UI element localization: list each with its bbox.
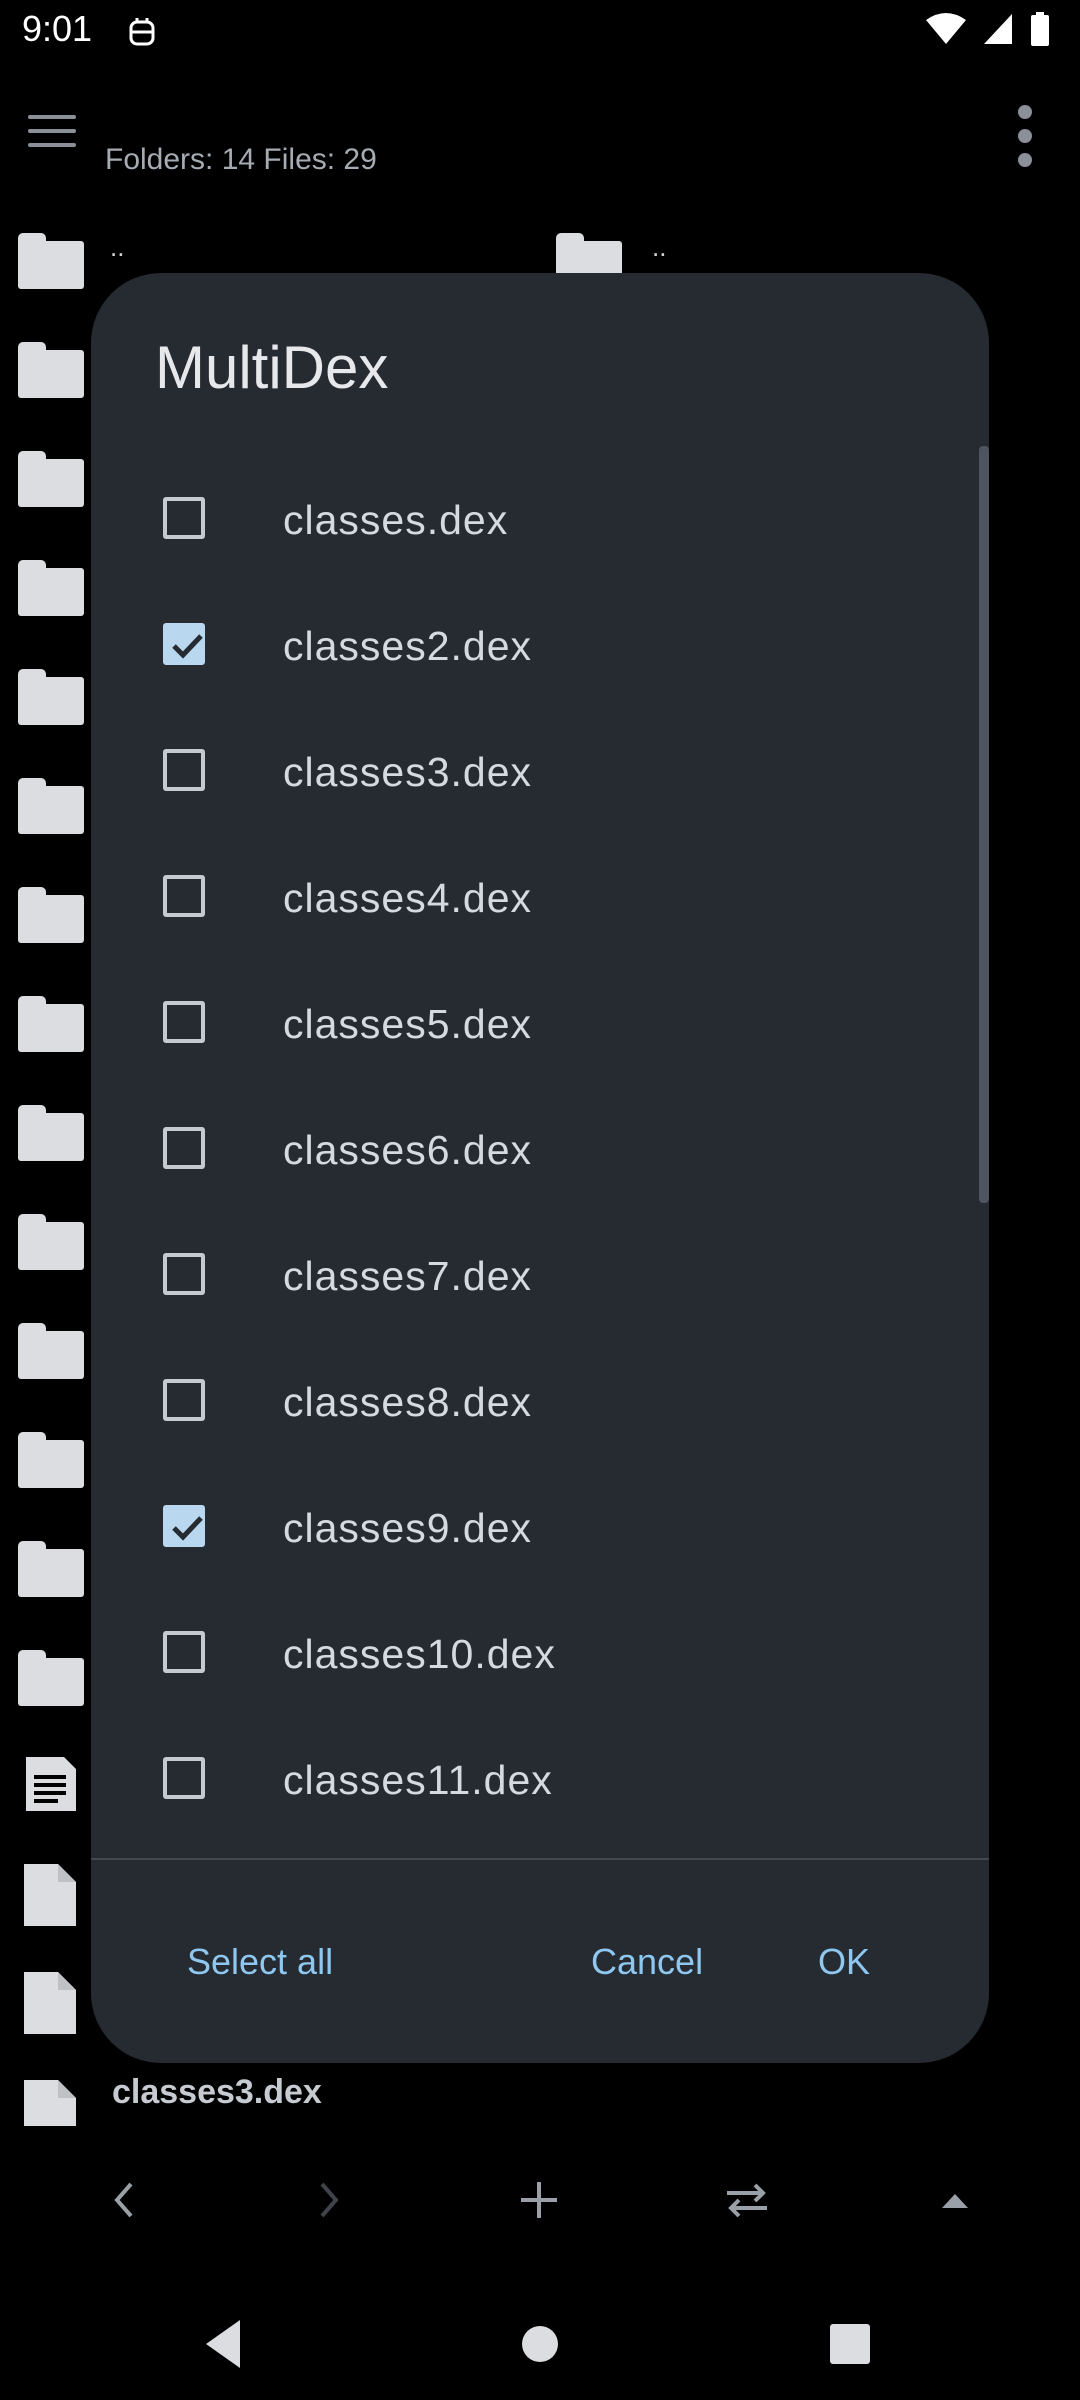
multidex-dialog: MultiDex classes.dex classes2.dex classe… [91, 273, 989, 2063]
text-file-icon[interactable] [20, 1755, 80, 1815]
folder-icon[interactable] [18, 451, 84, 507]
checkbox[interactable] [163, 749, 205, 791]
checkbox[interactable] [163, 497, 205, 539]
file-label: classes3.dex [112, 2073, 322, 2111]
list-item-label: classes6.dex [283, 1127, 533, 1173]
folder-icon[interactable] [18, 887, 84, 943]
folder-icon[interactable] [18, 669, 84, 725]
file-icon[interactable] [22, 2078, 78, 2126]
parent-dir-label: .. [652, 232, 667, 262]
folder-file-counts: Folders: 14 Files: 29 [105, 143, 377, 176]
file-icon[interactable] [22, 1862, 78, 1928]
list-item[interactable]: classes10.dex [91, 1593, 971, 1719]
folder-icon[interactable] [18, 778, 84, 834]
checkbox[interactable] [163, 1757, 205, 1799]
list-item-label: classes8.dex [283, 1379, 533, 1425]
folder-icon[interactable] [18, 1105, 84, 1161]
up-caret-icon[interactable] [928, 2173, 982, 2227]
list-item-label: classes11.dex [283, 1757, 553, 1803]
checkmark-icon [172, 1516, 203, 1541]
checkbox[interactable] [163, 1001, 205, 1043]
nav-back-icon[interactable] [196, 2314, 256, 2374]
add-icon[interactable] [512, 2173, 566, 2227]
checkbox[interactable] [163, 1127, 205, 1169]
dialog-title: MultiDex [155, 334, 389, 401]
list-item[interactable]: classes9.dex [91, 1467, 971, 1593]
folder-icon[interactable] [18, 1432, 84, 1488]
checkbox[interactable] [163, 1253, 205, 1295]
checkbox[interactable] [163, 1631, 205, 1673]
cancel-button[interactable]: Cancel [591, 1941, 703, 1983]
checkmark-icon [172, 634, 203, 659]
list-item[interactable]: classes5.dex [91, 963, 971, 1089]
list-item-label: classes5.dex [283, 1001, 533, 1047]
select-all-button[interactable]: Select all [187, 1941, 333, 1983]
forward-arrow-icon[interactable] [302, 2173, 356, 2227]
list-item[interactable]: classes2.dex [91, 585, 971, 711]
list-item[interactable]: classes7.dex [91, 1215, 971, 1341]
system-navigation-bar [0, 2290, 1080, 2400]
nav-recents-icon[interactable] [820, 2314, 880, 2374]
list-item[interactable]: classes4.dex [91, 837, 971, 963]
checkbox[interactable] [163, 875, 205, 917]
file-icon[interactable] [22, 1970, 78, 2036]
status-time: 9:01 [22, 8, 93, 49]
list-item-label: classes7.dex [283, 1253, 533, 1299]
list-item[interactable]: classes6.dex [91, 1089, 971, 1215]
folder-icon[interactable] [18, 996, 84, 1052]
ok-button[interactable]: OK [818, 1941, 870, 1983]
status-bar: 9:01 [0, 0, 1080, 64]
folder-icon[interactable] [18, 1323, 84, 1379]
folder-icon[interactable] [18, 1541, 84, 1597]
scrollbar[interactable] [979, 446, 989, 1203]
parent-dir-label: .. [110, 232, 125, 262]
list-item[interactable]: classes8.dex [91, 1341, 971, 1467]
list-item-label: classes4.dex [283, 875, 533, 921]
list-item[interactable]: classes.dex [91, 459, 971, 585]
wifi-icon [926, 13, 966, 44]
more-options-icon[interactable] [1018, 105, 1032, 177]
list-item-label: classes10.dex [283, 1631, 556, 1677]
list-item[interactable]: classes3.dex [91, 711, 971, 837]
folder-icon[interactable] [18, 1214, 84, 1270]
back-arrow-icon[interactable] [97, 2173, 151, 2227]
checkbox-checked[interactable] [163, 623, 205, 665]
list-item-label: classes.dex [283, 497, 509, 543]
checkbox[interactable] [163, 1379, 205, 1421]
list-item-label: classes9.dex [283, 1505, 533, 1551]
cell-signal-icon [984, 14, 1012, 44]
dialog-divider [91, 1858, 989, 1860]
list-item[interactable]: classes11.dex [91, 1719, 971, 1845]
checkbox-checked[interactable] [163, 1505, 205, 1547]
folder-icon[interactable] [18, 1650, 84, 1706]
app-notification-icon [129, 18, 155, 46]
folder-icon[interactable] [18, 233, 84, 289]
nav-home-icon[interactable] [510, 2314, 570, 2374]
hamburger-menu-icon[interactable] [28, 115, 76, 151]
swap-icon[interactable] [720, 2173, 774, 2227]
folder-icon[interactable] [18, 560, 84, 616]
bottom-toolbar [0, 2165, 1080, 2235]
list-item-label: classes2.dex [283, 623, 533, 669]
dex-file-list: classes.dex classes2.dex classes3.dex cl… [91, 459, 971, 1845]
folder-icon[interactable] [18, 342, 84, 398]
battery-icon [1031, 12, 1049, 46]
list-item-label: classes3.dex [283, 749, 533, 795]
